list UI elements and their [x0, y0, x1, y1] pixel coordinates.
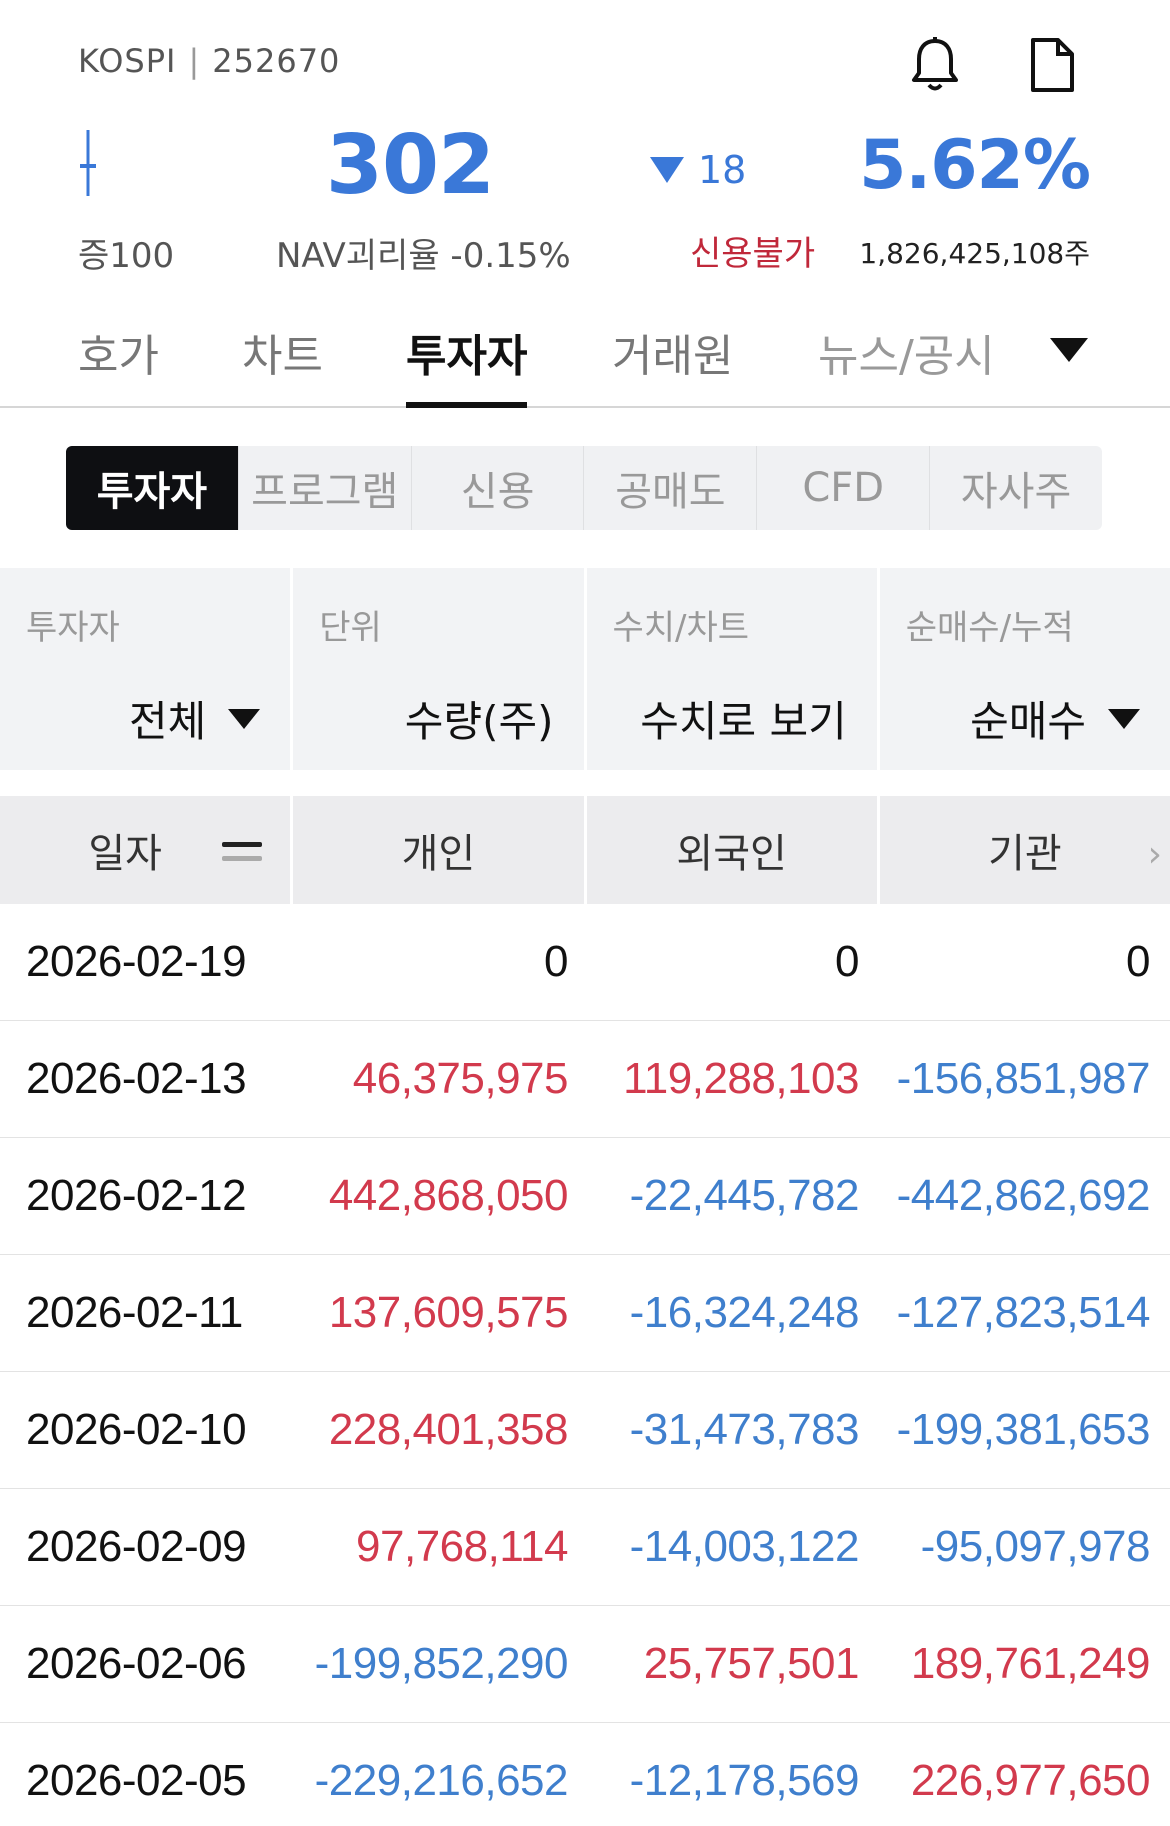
cell-individual: -229,216,652 — [314, 1756, 569, 1805]
table-row[interactable]: 2026-02-10 228,401,358 -31,473,783 -199,… — [0, 1372, 1170, 1489]
market-code-line: KOSPI | 252670 — [78, 42, 340, 80]
cell-foreign: 25,757,501 — [643, 1639, 860, 1688]
table-row[interactable]: 2026-02-12 442,868,050 -22,445,782 -442,… — [0, 1138, 1170, 1255]
cell-individual: -199,852,290 — [314, 1639, 569, 1688]
cell-date: 2026-02-05 — [26, 1756, 247, 1805]
cell-date: 2026-02-06 — [26, 1639, 247, 1688]
margin-rate: 증100 — [78, 236, 175, 276]
filter-bar: 투자자 전체 단위 수량(주) 수치/차트 수치로 보기 순매수/누적 순매수 — [0, 568, 1170, 770]
change-value: 18 — [698, 148, 747, 192]
tab-quote[interactable]: 호가 — [78, 320, 159, 408]
cell-foreign: -16,324,248 — [629, 1288, 860, 1337]
subtab-cfd[interactable]: CFD — [757, 446, 931, 530]
tabs-more-icon[interactable] — [1050, 338, 1088, 362]
filter-value: 순매수 — [970, 697, 1086, 746]
cell-date: 2026-02-11 — [26, 1288, 243, 1337]
tab-news[interactable]: 뉴스/공시 — [818, 320, 995, 408]
tab-broker[interactable]: 거래원 — [612, 320, 733, 408]
market-label: KOSPI — [78, 42, 177, 80]
filter-caption: 단위 — [319, 608, 382, 648]
cell-individual: 228,401,358 — [328, 1405, 569, 1454]
cell-institution: -95,097,978 — [920, 1522, 1151, 1571]
col-date-label: 일자 — [88, 831, 162, 877]
nav-divergence: NAV괴리율 -0.15% — [276, 236, 571, 276]
cell-individual: 442,868,050 — [328, 1171, 569, 1220]
sort-icon[interactable] — [222, 842, 263, 870]
subtab-program[interactable]: 프로그램 — [239, 446, 412, 530]
cell-foreign: 119,288,103 — [623, 1054, 859, 1103]
tab-chart[interactable]: 차트 — [242, 320, 323, 408]
filter-view-mode[interactable]: 수치/차트 수치로 보기 — [586, 568, 877, 770]
cell-individual: 97,768,114 — [356, 1522, 568, 1571]
col-individual[interactable]: 개인 — [293, 796, 584, 904]
cell-institution: -156,851,987 — [896, 1054, 1151, 1103]
cell-date: 2026-02-12 — [26, 1171, 247, 1220]
table-row[interactable]: 2026-02-13 46,375,975 119,288,103 -156,8… — [0, 1021, 1170, 1138]
chevron-right-icon[interactable]: › — [1148, 834, 1162, 875]
table-row[interactable]: 2026-02-09 97,768,114 -14,003,122 -95,09… — [0, 1489, 1170, 1606]
candlestick-icon — [80, 130, 96, 196]
cell-foreign: 0 — [835, 937, 859, 986]
filter-investor[interactable]: 투자자 전체 — [0, 568, 291, 770]
price-change: 18 — [650, 148, 746, 192]
table-header: 일자 개인 외국인 기관 › — [0, 796, 1170, 904]
cell-foreign: -12,178,569 — [629, 1756, 860, 1805]
filter-caption: 수치/차트 — [612, 608, 750, 648]
table-row[interactable]: 2026-02-19 0 0 0 — [0, 904, 1170, 1021]
cell-foreign: -22,445,782 — [629, 1171, 860, 1220]
subtab-investor[interactable]: 투자자 — [66, 446, 239, 530]
cell-institution: 0 — [1126, 937, 1150, 986]
cell-institution: -127,823,514 — [896, 1288, 1151, 1337]
subtab-short-selling[interactable]: 공매도 — [584, 446, 758, 530]
caret-down-icon — [228, 708, 261, 729]
col-institution-label: 기관 — [988, 831, 1062, 877]
cell-foreign: -14,003,122 — [629, 1522, 860, 1571]
cell-date: 2026-02-10 — [26, 1405, 247, 1454]
table-row[interactable]: 2026-02-11 137,609,575 -16,324,248 -127,… — [0, 1255, 1170, 1372]
bell-icon[interactable] — [905, 30, 965, 100]
cell-institution: -442,862,692 — [896, 1171, 1151, 1220]
table-body: 2026-02-19 0 0 0 2026-02-13 46,375,975 1… — [0, 904, 1170, 1826]
cell-foreign: -31,473,783 — [629, 1405, 860, 1454]
filter-unit[interactable]: 단위 수량(주) — [293, 568, 584, 770]
document-icon[interactable] — [1022, 30, 1082, 100]
filter-net-buy[interactable]: 순매수/누적 순매수 — [879, 568, 1170, 770]
table-row[interactable]: 2026-02-06 -199,852,290 25,757,501 189,7… — [0, 1606, 1170, 1723]
cell-institution: 226,977,650 — [910, 1756, 1151, 1805]
triangle-down-icon — [650, 157, 684, 183]
filter-value: 전체 — [128, 697, 207, 746]
caret-down-icon — [1108, 708, 1140, 729]
cell-date: 2026-02-09 — [26, 1522, 247, 1571]
cell-individual: 46,375,975 — [352, 1054, 569, 1103]
subtab-credit[interactable]: 신용 — [412, 446, 585, 530]
main-tabs: 호가 차트 투자자 거래원 뉴스/공시 — [0, 300, 1170, 408]
col-foreign[interactable]: 외국인 — [586, 796, 877, 904]
filter-caption: 순매수/누적 — [905, 608, 1074, 648]
stock-code: 252670 — [212, 42, 341, 80]
cell-institution: 189,761,249 — [910, 1639, 1151, 1688]
filter-caption: 투자자 — [26, 608, 120, 648]
cell-date: 2026-02-13 — [26, 1054, 247, 1103]
sub-tabs: 투자자 프로그램 신용 공매도 CFD 자사주 — [66, 446, 1102, 530]
cell-institution: -199,381,653 — [896, 1405, 1151, 1454]
table-row[interactable]: 2026-02-05 -229,216,652 -12,178,569 226,… — [0, 1723, 1170, 1826]
filter-value: 수치로 보기 — [640, 697, 847, 746]
credit-status: 신용불가 — [690, 234, 816, 274]
current-price: 302 — [325, 118, 495, 213]
cell-individual: 0 — [544, 937, 568, 986]
shares-outstanding: 1,826,425,108주 — [859, 237, 1090, 270]
cell-individual: 137,609,575 — [328, 1288, 569, 1337]
subtab-treasury-stock[interactable]: 자사주 — [930, 446, 1102, 530]
col-date[interactable]: 일자 — [0, 796, 291, 904]
tab-investor[interactable]: 투자자 — [406, 320, 528, 408]
filter-value: 수량(주) — [404, 697, 554, 746]
col-institution[interactable]: 기관 › — [879, 796, 1170, 904]
cell-date: 2026-02-19 — [26, 937, 247, 986]
change-rate: 5.62% — [859, 126, 1091, 205]
separator: | — [188, 42, 201, 80]
